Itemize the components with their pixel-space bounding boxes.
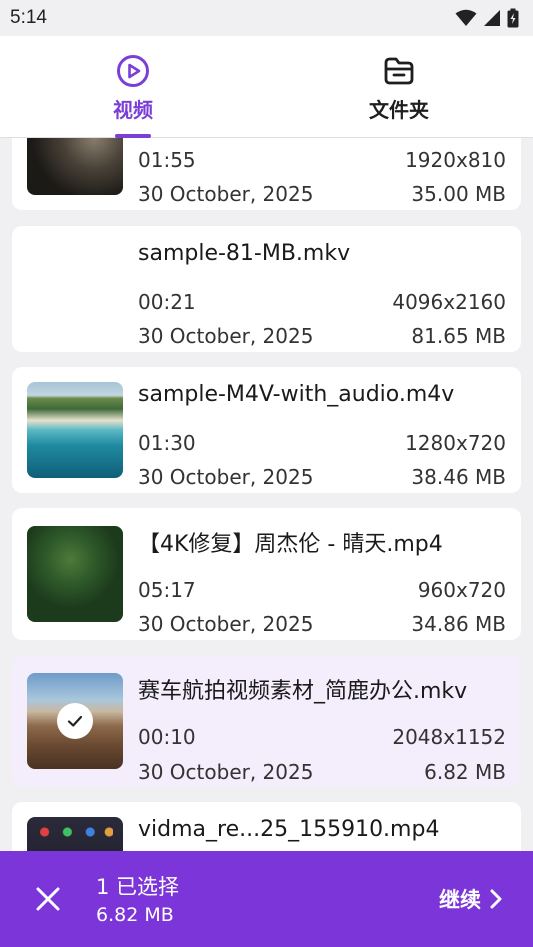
close-icon [36, 887, 60, 911]
video-duration: 00:21 [138, 290, 196, 314]
video-name: vidma_re...25_155910.mp4 [138, 817, 440, 842]
video-size: 35.00 MB [411, 182, 506, 206]
tab-videos[interactable]: 视频 [0, 36, 266, 138]
continue-button[interactable]: 继续 [439, 881, 503, 917]
folder-icon [384, 57, 414, 85]
check-icon [57, 703, 93, 739]
tab-videos-label: 视频 [113, 98, 153, 122]
video-size: 38.46 MB [411, 465, 506, 489]
tab-folders[interactable]: 文件夹 [266, 36, 532, 138]
selection-size: 6.82 MB [96, 904, 174, 926]
video-resolution: 1920x810 [405, 148, 506, 172]
video-resolution: 2048x1152 [392, 725, 506, 749]
video-thumbnail [27, 817, 123, 851]
video-thumbnail [27, 526, 123, 622]
status-time: 5:14 [10, 7, 47, 28]
video-name: sample-M4V-with_audio.m4v [138, 382, 455, 407]
tab-folders-label: 文件夹 [369, 98, 429, 122]
selection-action-bar: 1 已选择 6.82 MB 继续 [0, 851, 533, 947]
video-duration: 01:55 [138, 148, 196, 172]
video-date: 30 October, 2025 [138, 612, 314, 636]
video-name: 【4K修复】周杰伦 - 晴天.mp4 [138, 532, 443, 557]
video-resolution: 960x720 [417, 578, 506, 602]
status-icons [455, 8, 519, 28]
video-item-selected[interactable]: 赛车航拍视频素材_简鹿办公.mkv 00:10 2048x1152 30 Oct… [12, 656, 521, 787]
video-resolution: 4096x2160 [392, 290, 506, 314]
battery-icon [507, 8, 519, 28]
video-duration: 05:17 [138, 578, 196, 602]
video-item[interactable]: vidma_re...25_155910.mp4 [12, 802, 521, 851]
video-resolution: 1280x720 [405, 431, 506, 455]
video-thumbnail [27, 382, 123, 478]
video-size: 34.86 MB [411, 612, 506, 636]
video-date: 30 October, 2025 [138, 182, 314, 206]
video-thumbnail [27, 241, 123, 337]
video-name: sample-81-MB.mkv [138, 241, 351, 266]
video-size: 6.82 MB [424, 760, 506, 784]
close-selection-button[interactable] [30, 881, 66, 917]
video-list: 01:55 1920x810 30 October, 2025 35.00 MB… [0, 138, 533, 851]
video-item[interactable]: 01:55 1920x810 30 October, 2025 35.00 MB [12, 138, 521, 210]
app-grid-icon [37, 823, 113, 851]
video-item[interactable]: sample-81-MB.mkv 00:21 4096x2160 30 Octo… [12, 226, 521, 352]
video-item[interactable]: 【4K修复】周杰伦 - 晴天.mp4 05:17 960x720 30 Octo… [12, 508, 521, 640]
signal-icon [484, 10, 500, 26]
tab-bar: 视频 文件夹 [0, 36, 533, 138]
video-thumbnail [27, 138, 123, 195]
wifi-icon [455, 9, 477, 26]
video-thumbnail [27, 673, 123, 769]
status-bar: 5:14 [0, 0, 533, 36]
continue-label: 继续 [439, 888, 481, 912]
video-date: 30 October, 2025 [138, 760, 314, 784]
video-duration: 00:10 [138, 725, 196, 749]
video-date: 30 October, 2025 [138, 465, 314, 489]
video-size: 81.65 MB [411, 324, 506, 348]
video-duration: 01:30 [138, 431, 196, 455]
video-item[interactable]: sample-M4V-with_audio.m4v 01:30 1280x720… [12, 367, 521, 493]
play-circle-icon [117, 55, 149, 87]
selection-count: 1 已选择 [96, 875, 180, 899]
chevron-right-icon [490, 889, 502, 909]
video-name: 赛车航拍视频素材_简鹿办公.mkv [138, 679, 468, 704]
video-date: 30 October, 2025 [138, 324, 314, 348]
